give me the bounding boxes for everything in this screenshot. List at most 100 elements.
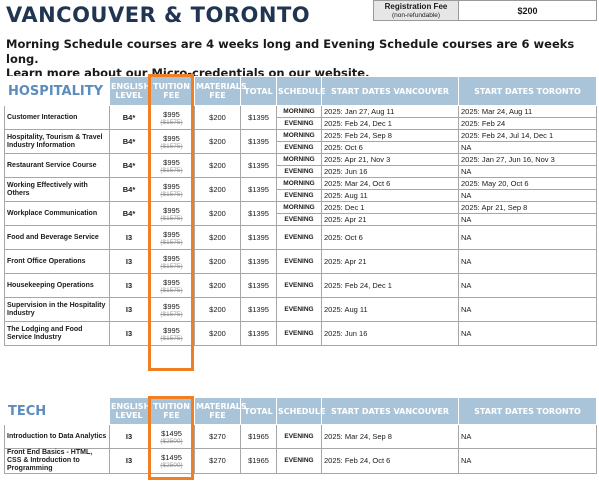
header-english-level: ENGLISH LEVEL <box>109 397 150 425</box>
materials-fee: $200 <box>194 201 241 226</box>
course-name: Introduction to Data Analytics <box>4 424 110 449</box>
header-schedule: SCHEDULE <box>276 76 326 106</box>
english-level: I3 <box>109 297 149 322</box>
start-date-vancouver: 2025: Oct 6 <box>321 141 459 154</box>
schedule-cell: EVENING <box>276 141 322 154</box>
tuition-fee-original: ($1575) <box>160 334 183 342</box>
english-level: I3 <box>109 273 149 298</box>
total-fee: $1395 <box>240 225 277 250</box>
total-fee: $1395 <box>240 177 277 202</box>
table-row: Restaurant Service Course B4* $995 ($1575) $… <box>4 153 597 178</box>
english-level: I3 <box>109 249 149 274</box>
table-row: Customer Interaction B4* $995 ($1575) $200 $1… <box>4 105 597 130</box>
english-level: I3 <box>109 424 149 449</box>
tuition-fee: $995 ($1575) <box>148 297 195 322</box>
schedule-cell: EVENING <box>276 448 322 474</box>
section-title-hospitality: HOSPITALITY <box>4 76 110 106</box>
schedule-cell: EVENING <box>276 273 322 298</box>
tuition-fee-current: $995 <box>163 109 180 119</box>
course-name: Housekeeping Operations <box>4 273 110 298</box>
tuition-fee-original: ($2500) <box>160 437 183 445</box>
tuition-fee-current: $995 <box>163 157 180 167</box>
tuition-fee: $995 ($1575) <box>148 225 195 250</box>
table-row: Working Effectively with Others B4* $995 ($… <box>4 177 597 202</box>
english-level: B4* <box>109 153 149 178</box>
course-name: Working Effectively with Others <box>4 177 110 202</box>
tuition-fee-original: ($1575) <box>160 166 183 174</box>
start-date-vancouver: 2025: Jan 27, Aug 11 <box>321 105 459 118</box>
materials-fee: $200 <box>194 297 241 322</box>
header-materials-fee: MATERIALS FEE <box>194 76 247 106</box>
total-fee: $1395 <box>240 321 277 346</box>
start-date-vancouver: 2025: Apr 21 <box>321 249 459 274</box>
total-fee: $1395 <box>240 249 277 274</box>
start-date-toronto: NA <box>458 424 597 449</box>
schedule-cell: EVENING <box>276 297 322 322</box>
registration-fee-box: Registration Fee (non-refundable) $200 <box>373 0 597 21</box>
materials-fee: $200 <box>194 249 241 274</box>
start-date-toronto: NA <box>458 165 597 178</box>
english-level: I3 <box>109 448 149 474</box>
course-name: Customer Interaction <box>4 105 110 130</box>
table-row: Introduction to Data Analytics I3 $1495 ($2… <box>4 424 597 449</box>
table-row: Hospitality, Tourism & Travel Industry I… <box>4 129 597 154</box>
start-date-toronto: NA <box>458 448 597 474</box>
english-level: B4* <box>109 105 149 130</box>
start-date-vancouver: 2025: Jun 16 <box>321 165 459 178</box>
total-fee: $1395 <box>240 129 277 154</box>
english-level: B4* <box>109 201 149 226</box>
course-name: Front Office Operations <box>4 249 110 274</box>
english-level: B4* <box>109 129 149 154</box>
tuition-fee-current: $995 <box>163 325 180 335</box>
total-fee: $1965 <box>240 424 277 449</box>
schedule-cell: MORNING <box>276 201 322 214</box>
course-name: Workplace Communication <box>4 201 110 226</box>
registration-fee-label: Registration Fee (non-refundable) <box>373 0 459 21</box>
schedule-cell: EVENING <box>276 189 322 202</box>
start-date-toronto: NA <box>458 141 597 154</box>
schedule-cell: MORNING <box>276 129 322 142</box>
tuition-fee-current: $995 <box>163 277 180 287</box>
english-level: B4* <box>109 177 149 202</box>
header-start-vancouver: START DATES VANCOUVER <box>321 397 459 425</box>
header-start-vancouver: START DATES VANCOUVER <box>321 76 459 106</box>
start-date-toronto: NA <box>458 213 597 226</box>
schedule-cell: MORNING <box>276 105 322 118</box>
header-schedule: SCHEDULE <box>276 397 326 425</box>
table-row: Supervision in the Hospitality Industry I… <box>4 297 597 322</box>
start-date-vancouver: 2025: Mar 24, Sep 8 <box>321 424 459 449</box>
total-fee: $1395 <box>240 273 277 298</box>
header-total: TOTAL <box>240 76 277 106</box>
start-date-vancouver: 2025: Feb 24, Oct 6 <box>321 448 459 474</box>
registration-fee-value: $200 <box>458 0 597 21</box>
tuition-fee-current: $995 <box>163 181 180 191</box>
materials-fee: $270 <box>194 424 241 449</box>
tuition-fee-original: ($1575) <box>160 190 183 198</box>
tuition-fee-original: ($1575) <box>160 214 183 222</box>
english-level: I3 <box>109 225 149 250</box>
table-row: The Lodging and Food Service Industry I3 $… <box>4 321 597 346</box>
start-date-toronto: NA <box>458 249 597 274</box>
header-start-toronto: START DATES TORONTO <box>458 76 597 106</box>
schedule-cell: EVENING <box>276 225 322 250</box>
tuition-fee-current: $995 <box>163 229 180 239</box>
table-row: Front End Basics - HTML, CSS & Introduct… <box>4 448 597 474</box>
materials-fee: $200 <box>194 225 241 250</box>
page-title: VANCOUVER & TORONTO <box>6 3 311 27</box>
tuition-fee: $995 ($1575) <box>148 321 195 346</box>
intro-text: Morning Schedule courses are 4 weeks lon… <box>6 37 596 81</box>
start-date-vancouver: 2025: Oct 6 <box>321 225 459 250</box>
schedule-cell: EVENING <box>276 424 322 449</box>
hospitality-table: HOSPITALITY ENGLISH LEVEL TUITION FEE MA… <box>4 76 597 346</box>
materials-fee: $200 <box>194 321 241 346</box>
start-date-vancouver: 2025: Jun 16 <box>321 321 459 346</box>
schedule-cell: EVENING <box>276 165 322 178</box>
course-name: Hospitality, Tourism & Travel Industry I… <box>4 129 110 154</box>
total-fee: $1395 <box>240 105 277 130</box>
start-date-toronto: NA <box>458 273 597 298</box>
table-row: Workplace Communication B4* $995 ($1575) $20… <box>4 201 597 226</box>
tuition-fee: $995 ($1575) <box>148 105 195 130</box>
start-date-toronto: NA <box>458 225 597 250</box>
start-date-toronto: NA <box>458 321 597 346</box>
intro-line-1: Morning Schedule courses are 4 weeks lon… <box>6 37 575 66</box>
